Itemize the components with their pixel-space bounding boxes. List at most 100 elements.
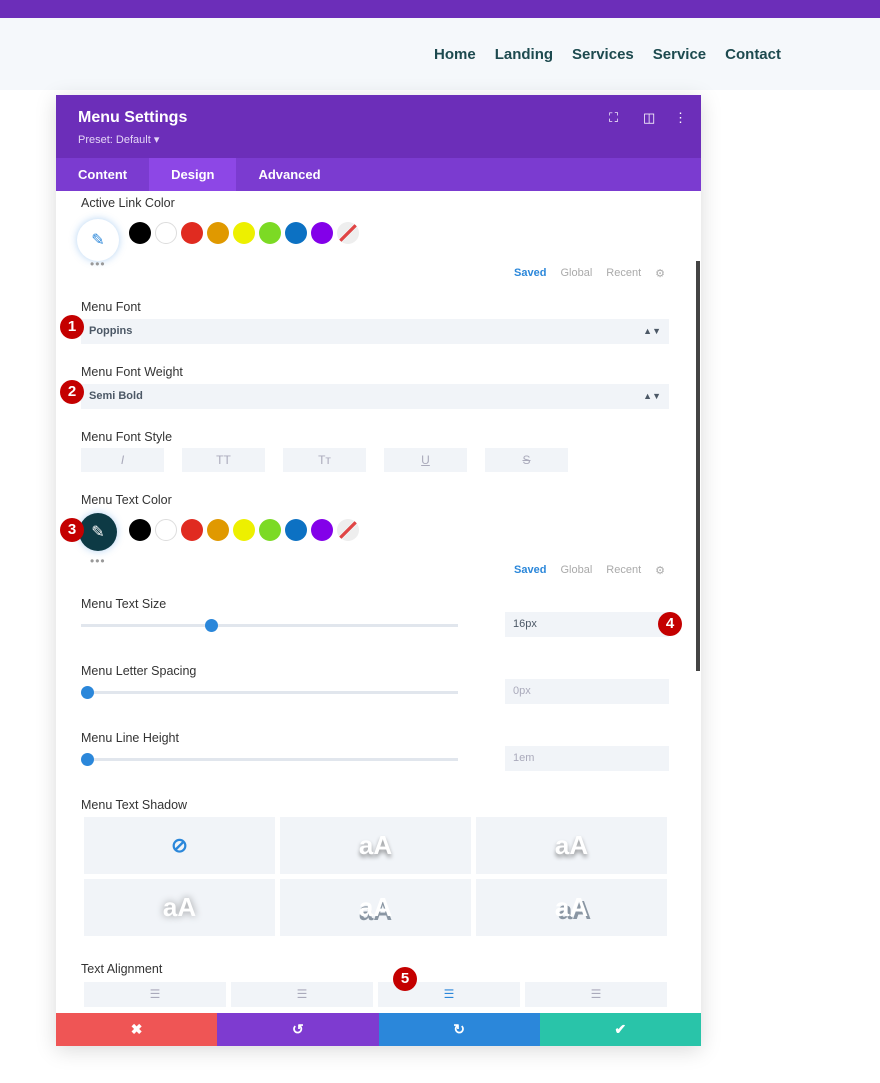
preset-dropdown[interactable]: Preset: Default ▾ <box>78 133 159 146</box>
shadow-option-4[interactable]: aA <box>280 879 471 936</box>
palette-recent[interactable]: Recent <box>606 564 641 577</box>
menu-letter-spacing-label: Menu Letter Spacing <box>81 664 197 678</box>
more-options-icon[interactable]: ⋮ <box>674 110 687 126</box>
nav-services[interactable]: Services <box>572 46 634 63</box>
palette-global[interactable]: Global <box>560 564 592 577</box>
select-arrows-icon: ▲▼ <box>643 326 661 336</box>
color-swatch[interactable] <box>337 222 359 244</box>
slider-handle[interactable] <box>81 686 94 699</box>
color-swatch[interactable] <box>129 519 151 541</box>
menu-line-height-label: Menu Line Height <box>81 731 179 745</box>
slider-handle[interactable] <box>204 619 218 632</box>
site-header: Home Landing Services Service Contact <box>0 18 880 90</box>
menu-text-size-label: Menu Text Size <box>81 597 167 611</box>
palette-saved[interactable]: Saved <box>514 267 546 280</box>
menu-line-height-input[interactable]: 1em <box>505 746 669 771</box>
eyedropper-icon[interactable]: ✎ <box>77 219 119 261</box>
menu-font-weight-label: Menu Font Weight <box>81 365 183 379</box>
sidebar-layout-icon[interactable]: ◫ <box>643 110 655 126</box>
panel-title: Menu Settings <box>78 109 188 126</box>
top-bar <box>0 0 880 18</box>
cancel-button[interactable]: ✖ <box>56 1013 218 1046</box>
color-swatch[interactable] <box>285 222 307 244</box>
color-swatch[interactable] <box>311 222 333 244</box>
color-swatch[interactable] <box>259 519 281 541</box>
color-swatch[interactable] <box>207 519 229 541</box>
color-swatch[interactable] <box>285 519 307 541</box>
active-link-color-label: Active Link Color <box>81 196 175 210</box>
tab-advanced[interactable]: Advanced <box>236 158 342 191</box>
save-button[interactable]: ✔ <box>539 1013 701 1046</box>
menu-settings-panel: Menu Settings Preset: Default ▾ ⛶ ◫ ⋮ Co… <box>56 95 701 1046</box>
color-swatch[interactable] <box>233 519 255 541</box>
palette-recent[interactable]: Recent <box>606 267 641 280</box>
tab-content[interactable]: Content <box>56 158 149 191</box>
shadow-option-2[interactable]: aA <box>476 817 667 874</box>
eyedropper-icon[interactable]: ✎ <box>79 513 117 551</box>
menu-font-style-label: Menu Font Style <box>81 430 173 444</box>
main-nav: Home Landing Services Service Contact <box>434 46 781 63</box>
nav-home[interactable]: Home <box>434 46 476 63</box>
color-swatch[interactable] <box>181 519 203 541</box>
menu-letter-spacing-input[interactable]: 0px <box>505 679 669 704</box>
undo-button[interactable]: ↺ <box>217 1013 379 1046</box>
select-arrows-icon: ▲▼ <box>643 391 661 401</box>
nav-landing[interactable]: Landing <box>495 46 553 63</box>
menu-font-weight-value: Semi Bold <box>89 390 143 402</box>
gear-icon[interactable]: ⚙ <box>655 267 665 280</box>
more-dots-icon[interactable]: ••• <box>90 257 106 271</box>
color-swatch[interactable] <box>311 519 333 541</box>
menu-font-weight-select[interactable]: Semi Bold ▲▼ <box>81 384 669 409</box>
fullscreen-icon[interactable]: ⛶ <box>609 110 618 126</box>
nav-contact[interactable]: Contact <box>725 46 781 63</box>
menu-font-select[interactable]: Poppins ▲▼ <box>81 319 669 344</box>
color-swatch[interactable] <box>207 222 229 244</box>
menu-text-shadow-label: Menu Text Shadow <box>81 798 188 812</box>
color-swatch[interactable] <box>155 222 177 244</box>
menu-text-size-input[interactable]: 16px <box>505 612 669 637</box>
panel-body: Active Link Color ✎ ••• Saved Global Rec… <box>56 191 701 1013</box>
color-swatch[interactable] <box>155 519 177 541</box>
step-badge-3: 3 <box>60 518 84 542</box>
panel-tabs: Content Design Advanced <box>56 158 701 191</box>
step-badge-5: 5 <box>393 967 417 991</box>
shadow-option-5[interactable]: aA <box>476 879 667 936</box>
color-swatch[interactable] <box>129 222 151 244</box>
panel-footer: ✖ ↺ ↻ ✔ <box>56 1013 701 1046</box>
shadow-none-option[interactable]: ⊘ <box>84 817 275 874</box>
palette-global[interactable]: Global <box>560 267 592 280</box>
no-shadow-icon: ⊘ <box>171 835 188 857</box>
scrollbar[interactable] <box>696 261 700 671</box>
color-swatch[interactable] <box>181 222 203 244</box>
menu-line-height-slider[interactable] <box>81 753 458 766</box>
menu-font-value: Poppins <box>89 325 133 337</box>
shadow-option-1[interactable]: aA <box>280 817 471 874</box>
italic-button[interactable]: I <box>81 448 164 472</box>
step-badge-4: 4 <box>658 612 682 636</box>
menu-font-label: Menu Font <box>81 300 141 314</box>
more-dots-icon[interactable]: ••• <box>90 554 106 568</box>
gear-icon[interactable]: ⚙ <box>655 564 665 577</box>
shadow-option-3[interactable]: aA <box>84 879 275 936</box>
capitalize-button[interactable]: Tт <box>283 448 366 472</box>
strikethrough-button[interactable]: S <box>485 448 568 472</box>
redo-button[interactable]: ↻ <box>378 1013 540 1046</box>
menu-letter-spacing-slider[interactable] <box>81 686 458 699</box>
color-swatch[interactable] <box>259 222 281 244</box>
uppercase-button[interactable]: TT <box>182 448 265 472</box>
underline-button[interactable]: U <box>384 448 467 472</box>
menu-text-size-slider[interactable] <box>81 619 458 632</box>
align-center-icon[interactable]: ☰ <box>231 982 373 1007</box>
palette-saved[interactable]: Saved <box>514 564 546 577</box>
align-left-icon[interactable]: ☰ <box>84 982 226 1007</box>
palette-tabs-2: Saved Global Recent ⚙ <box>514 564 665 577</box>
slider-handle[interactable] <box>81 753 94 766</box>
tab-design[interactable]: Design <box>149 158 237 191</box>
nav-service[interactable]: Service <box>653 46 706 63</box>
align-right-icon[interactable]: ☰ <box>525 982 667 1007</box>
color-swatch[interactable] <box>337 519 359 541</box>
color-swatch[interactable] <box>233 222 255 244</box>
step-badge-2: 2 <box>60 380 84 404</box>
palette-tabs-1: Saved Global Recent ⚙ <box>514 267 665 280</box>
panel-header: Menu Settings Preset: Default ▾ ⛶ ◫ ⋮ <box>56 95 701 158</box>
